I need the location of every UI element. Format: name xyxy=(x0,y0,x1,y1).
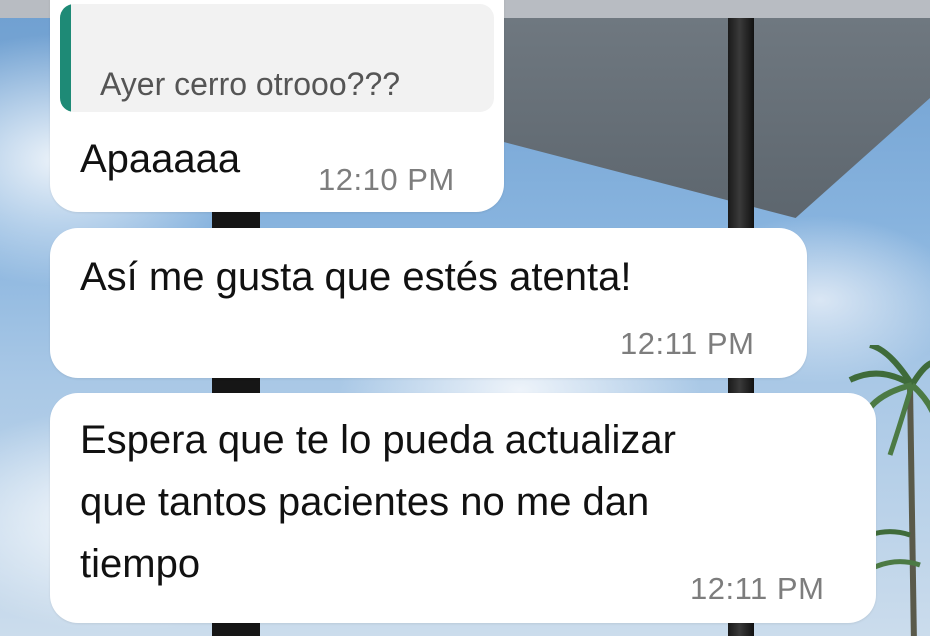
message-bubble[interactable]: Espera que te lo pueda actualizar que ta… xyxy=(50,393,876,623)
message-timestamp: 12:10 PM xyxy=(318,162,455,197)
quoted-reply[interactable]: Ayer cerro otrooo??? xyxy=(60,4,494,112)
message-text: Así me gusta que estés atenta! xyxy=(80,255,632,299)
message-bubble[interactable]: Así me gusta que estés atenta! 12:11 PM xyxy=(50,228,807,378)
message-bubble[interactable]: Ayer cerro otrooo??? Apaaaaa 12:10 PM xyxy=(50,0,504,212)
message-timestamp: 12:11 PM xyxy=(690,571,825,606)
message-timestamp: 12:11 PM xyxy=(620,326,755,361)
quote-accent-bar xyxy=(60,4,71,112)
umbrella-canopy xyxy=(450,18,930,218)
quoted-text: Ayer cerro otrooo??? xyxy=(100,66,401,102)
message-text: Espera que te lo pueda actualizar que ta… xyxy=(80,418,676,586)
message-text: Apaaaaa xyxy=(80,137,241,181)
